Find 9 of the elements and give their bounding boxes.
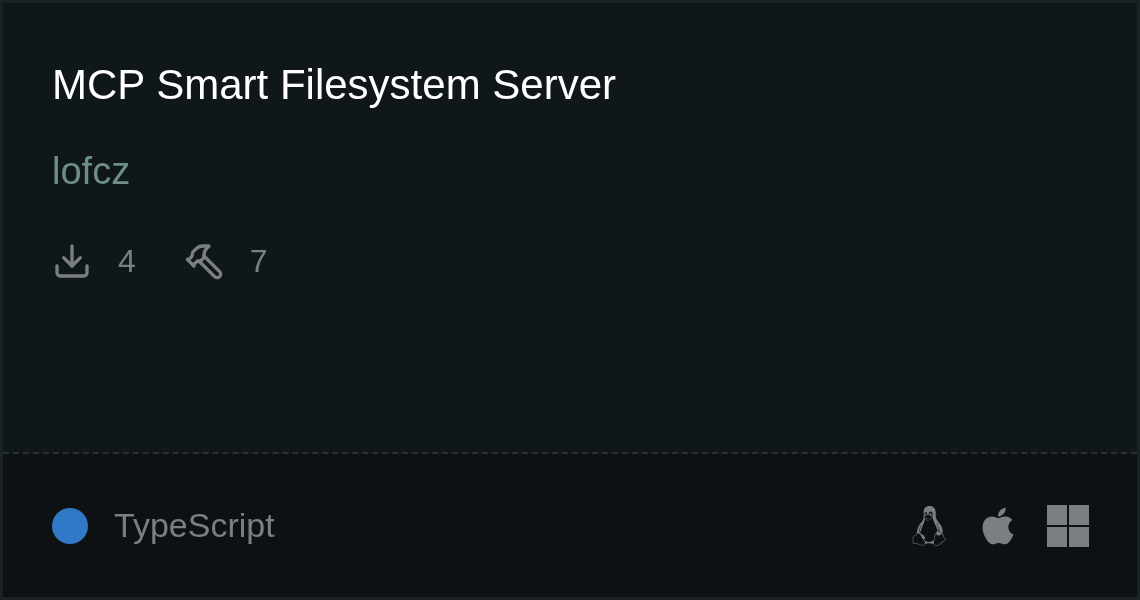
download-count: 4 <box>118 242 136 281</box>
server-card[interactable]: MCP Smart Filesystem Server lofcz 4 7 TypeScript <box>0 0 1140 600</box>
author-name: lofcz <box>52 149 132 194</box>
tool-count: 7 <box>249 242 268 281</box>
language-name: TypeScript <box>114 506 275 545</box>
windows-icon <box>1047 504 1089 547</box>
hammer-icon <box>183 241 224 281</box>
download-icon <box>52 241 92 281</box>
server-title: MCP Smart Filesystem Server <box>52 60 617 110</box>
